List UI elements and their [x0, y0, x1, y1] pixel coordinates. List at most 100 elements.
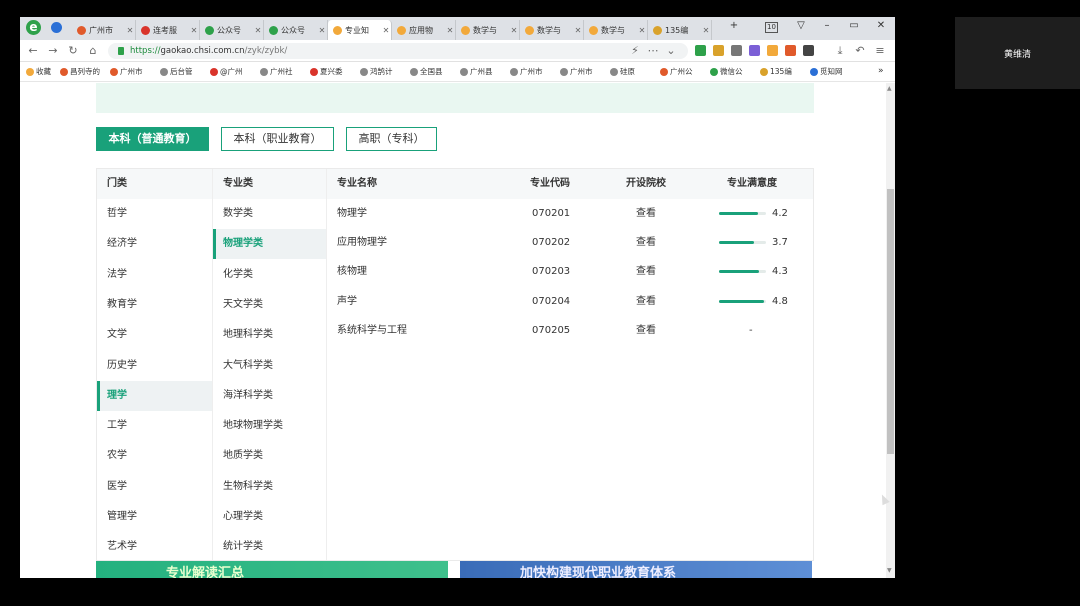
restore-icon[interactable]: ▭ — [845, 20, 863, 31]
bookmark-item[interactable]: 硅原 — [610, 66, 635, 77]
browser-tab[interactable]: 数学与 ✕ — [456, 20, 520, 40]
tab-close-icon[interactable]: ✕ — [317, 26, 327, 35]
major-name-link[interactable]: 系统科学与工程 — [337, 316, 407, 345]
dropdown-icon[interactable]: ⌄ — [664, 44, 678, 58]
category-item[interactable]: 教育学 — [97, 290, 212, 320]
bookmark-item[interactable]: 135编 — [760, 66, 792, 77]
subcategory-item[interactable]: 天文学类 — [213, 290, 326, 320]
scroll-up-icon[interactable]: ▲ — [887, 85, 892, 92]
category-item[interactable]: 经济学 — [97, 229, 212, 259]
bookmark-item[interactable]: 觅知网 — [810, 66, 843, 77]
subcategory-item[interactable]: 大气科学类 — [213, 351, 326, 381]
tab-close-icon[interactable]: ✕ — [573, 26, 583, 35]
scroll-down-icon[interactable]: ▼ — [887, 567, 892, 574]
major-name-link[interactable]: 应用物理学 — [337, 228, 387, 257]
subcategory-item[interactable]: 地理科学类 — [213, 320, 326, 350]
page-scrollbar[interactable]: ▲ ▼ — [886, 83, 895, 578]
bookmark-item[interactable]: 夏兴委 — [310, 66, 343, 77]
subcategory-item[interactable]: 统计学类 — [213, 532, 326, 562]
browser-tab[interactable]: 广州市 ✕ — [72, 20, 136, 40]
category-item[interactable]: 文学 — [97, 320, 212, 350]
new-tab-button[interactable]: + — [725, 20, 743, 31]
category-item[interactable]: 医学 — [97, 472, 212, 502]
bookmark-item[interactable]: 全国县 — [410, 66, 443, 77]
url-input[interactable]: https://gaokao.chsi.com.cn/zyk/zybk/ — [108, 43, 688, 59]
browser-tab[interactable]: 应用物 ✕ — [392, 20, 456, 40]
tab-undergrad-general[interactable]: 本科（普通教育） — [96, 127, 209, 151]
subcategory-item[interactable]: 化学类 — [213, 260, 326, 290]
browser-tab[interactable]: 公众号 ✕ — [264, 20, 328, 40]
lightning-icon[interactable]: ⚡ — [628, 44, 642, 58]
bookmark-item[interactable]: 广州市 — [110, 66, 143, 77]
tab-close-icon[interactable]: ✕ — [509, 26, 519, 35]
major-name-link[interactable]: 核物理 — [337, 257, 367, 286]
bookmark-item[interactable]: 广州公 — [660, 66, 693, 77]
view-schools-link[interactable]: 查看 — [636, 316, 656, 345]
subcategory-item[interactable]: 心理学类 — [213, 502, 326, 532]
extension-1-icon[interactable] — [695, 45, 706, 56]
category-item[interactable]: 工学 — [97, 411, 212, 441]
category-item[interactable]: 艺术学 — [97, 532, 212, 562]
bookmark-item[interactable]: 后台管 — [160, 66, 193, 77]
extension-5-icon[interactable] — [785, 45, 796, 56]
subcategory-item[interactable]: 数学类 — [213, 199, 326, 229]
extension-2-icon[interactable] — [713, 45, 724, 56]
subcategory-item[interactable]: 生物科学类 — [213, 472, 326, 502]
bookmark-item[interactable]: 鸿鹄计 — [360, 66, 393, 77]
reload-icon[interactable]: ↻ — [66, 44, 80, 58]
browser-logo-icon[interactable]: e — [26, 20, 41, 35]
category-item[interactable]: 管理学 — [97, 502, 212, 532]
nav-compass-icon[interactable] — [51, 22, 62, 33]
browser-tab[interactable]: 公众号 ✕ — [200, 20, 264, 40]
scissors-icon[interactable] — [731, 45, 742, 56]
subcategory-item[interactable]: 物理学类 — [213, 229, 326, 260]
more-icon[interactable]: ⋯ — [646, 44, 660, 58]
shirt-icon[interactable]: ▽ — [792, 20, 810, 31]
bookmark-item[interactable]: 收藏 — [26, 66, 51, 77]
category-item[interactable]: 理学 — [97, 380, 212, 411]
tab-close-icon[interactable]: ✕ — [125, 26, 135, 35]
bookmark-item[interactable]: 广州县 — [460, 66, 493, 77]
bookmark-item[interactable]: 昌列寺的 — [60, 66, 100, 77]
extension-3-icon[interactable] — [749, 45, 760, 56]
tab-close-icon[interactable]: ✕ — [637, 26, 647, 35]
major-name-link[interactable]: 物理学 — [337, 199, 367, 228]
tab-close-icon[interactable]: ✕ — [445, 26, 455, 35]
view-schools-link[interactable]: 查看 — [636, 228, 656, 257]
tab-close-icon[interactable]: ✕ — [701, 26, 711, 35]
bookmark-item[interactable]: 广州市 — [560, 66, 593, 77]
home-icon[interactable]: ⌂ — [86, 44, 100, 58]
bookmark-item[interactable]: 广州社 — [260, 66, 293, 77]
extension-4-icon[interactable] — [767, 45, 778, 56]
close-window-icon[interactable]: ✕ — [872, 20, 890, 31]
subcategory-item[interactable]: 地质学类 — [213, 441, 326, 471]
bookmark-item[interactable]: 广州市 — [510, 66, 543, 77]
tab-count-badge[interactable]: 10 — [765, 22, 778, 33]
banner-vocational-education[interactable]: 加快构建现代职业教育体系 — [460, 561, 812, 578]
browser-tab[interactable]: 专业知 ✕ — [328, 20, 392, 40]
view-schools-link[interactable]: 查看 — [636, 199, 656, 228]
undo-icon[interactable]: ↶ — [853, 44, 867, 58]
forward-icon[interactable]: → — [46, 44, 60, 58]
browser-tab[interactable]: 135编 ✕ — [648, 20, 712, 40]
tab-higher-vocational[interactable]: 高职（专科） — [346, 127, 437, 151]
category-item[interactable]: 法学 — [97, 260, 212, 290]
menu-icon[interactable]: ≡ — [873, 44, 887, 58]
category-item[interactable]: 哲学 — [97, 199, 212, 229]
major-name-link[interactable]: 声学 — [337, 287, 357, 316]
scrollbar-thumb[interactable] — [887, 189, 894, 454]
browser-tab[interactable]: 数学与 ✕ — [584, 20, 648, 40]
subcategory-item[interactable]: 海洋科学类 — [213, 381, 326, 411]
bookmark-item[interactable]: @广州 — [210, 66, 243, 77]
view-schools-link[interactable]: 查看 — [636, 287, 656, 316]
bookmarks-overflow-icon[interactable]: » — [878, 66, 884, 76]
view-schools-link[interactable]: 查看 — [636, 257, 656, 286]
apps-grid-icon[interactable] — [803, 45, 814, 56]
browser-tab[interactable]: 数学与 ✕ — [520, 20, 584, 40]
download-icon[interactable]: ⤓ — [833, 44, 847, 58]
category-item[interactable]: 历史学 — [97, 351, 212, 381]
subcategory-item[interactable]: 地球物理学类 — [213, 411, 326, 441]
browser-tab[interactable]: 连考服 ✕ — [136, 20, 200, 40]
tab-close-icon[interactable]: ✕ — [189, 26, 199, 35]
tab-close-icon[interactable]: ✕ — [253, 26, 263, 35]
